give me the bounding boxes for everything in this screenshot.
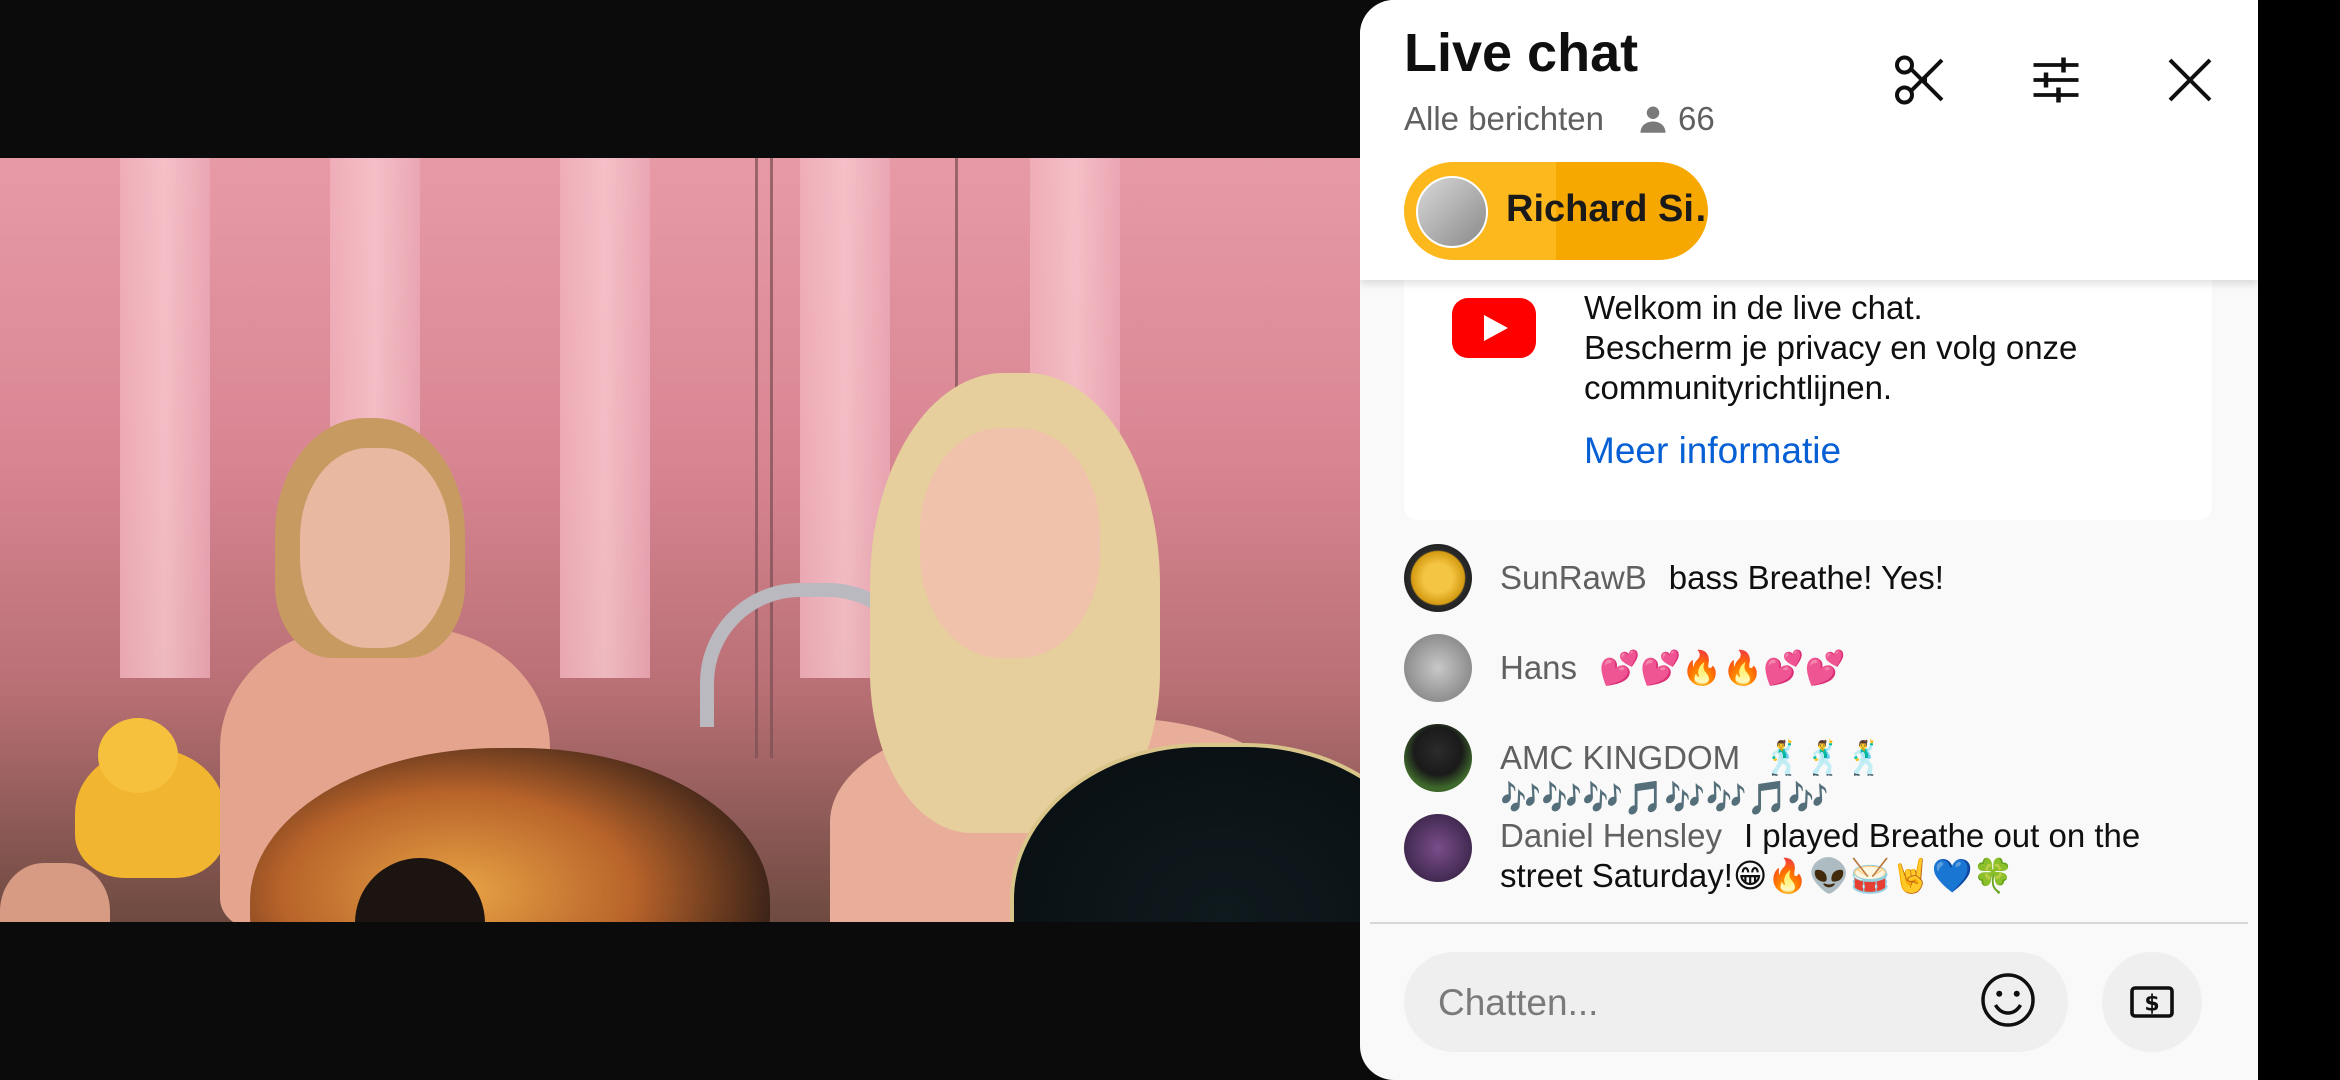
window-blind (120, 158, 210, 678)
super-chat-button[interactable]: $ (2102, 952, 2202, 1052)
svg-text:$: $ (2144, 991, 2159, 1016)
person-icon (1640, 106, 1666, 133)
youtube-logo (1452, 298, 1536, 358)
window-edge (2258, 0, 2340, 1080)
welcome-line: Bescherm je privacy en volg onze (1584, 329, 2078, 366)
avatar (1416, 176, 1488, 248)
welcome-line: communityrichtlijnen. (1584, 369, 1893, 406)
chat-title: Live chat (1404, 23, 1639, 83)
chat-input-placeholder: Chatten... (1438, 982, 1599, 1023)
scissors-icon[interactable] (1892, 50, 1952, 110)
message-author[interactable]: SunRawB (1500, 559, 1647, 596)
avatar[interactable] (1404, 724, 1472, 792)
viewer-count-value: 66 (1678, 100, 1715, 137)
chat-filter-dropdown[interactable]: Alle berichten (1404, 100, 1604, 138)
welcome-message: Welkom in de live chat. Bescherm je priv… (1584, 288, 2077, 408)
close-icon[interactable] (2160, 50, 2220, 110)
viewer-count: 66 (1638, 100, 1715, 138)
sliders-icon[interactable] (2026, 50, 2086, 110)
avatar[interactable] (1404, 814, 1472, 882)
message-author[interactable]: Hans (1500, 649, 1577, 686)
chat-input[interactable]: Chatten... (1404, 952, 2068, 1052)
more-info-link[interactable]: Meer informatie (1584, 430, 1841, 472)
smiley-icon[interactable] (1978, 970, 2038, 1030)
performer-left-face (300, 448, 450, 648)
live-chat-panel: Live chat Alle berichten 66 Richard Si… (1360, 0, 2258, 1080)
welcome-line: Welkom in de live chat. (1584, 289, 1923, 326)
video-player[interactable] (0, 158, 1360, 922)
pinned-supporter-name: Richard Si… (1506, 188, 1708, 230)
message-text: 💕💕🔥🔥💕💕 (1599, 649, 1846, 686)
rubber-duck-head (98, 718, 178, 793)
message-author[interactable]: Daniel Hensley (1500, 817, 1722, 854)
avatar[interactable] (1404, 544, 1472, 612)
chat-header: Live chat Alle berichten 66 Richard Si… (1360, 0, 2258, 280)
message-text: bass Breathe! Yes! (1668, 559, 1944, 596)
performer-right-face (920, 428, 1100, 658)
dollar-bill-icon: $ (2130, 986, 2174, 1018)
pinned-supporter-chip[interactable]: Richard Si… (1404, 162, 1708, 260)
welcome-banner: Welkom in de live chat. Bescherm je priv… (1404, 280, 2212, 520)
divider (1370, 922, 2248, 924)
hand (0, 863, 110, 922)
message-author[interactable]: AMC KINGDOM (1500, 739, 1740, 776)
avatar[interactable] (1404, 634, 1472, 702)
window-blind (560, 158, 650, 678)
